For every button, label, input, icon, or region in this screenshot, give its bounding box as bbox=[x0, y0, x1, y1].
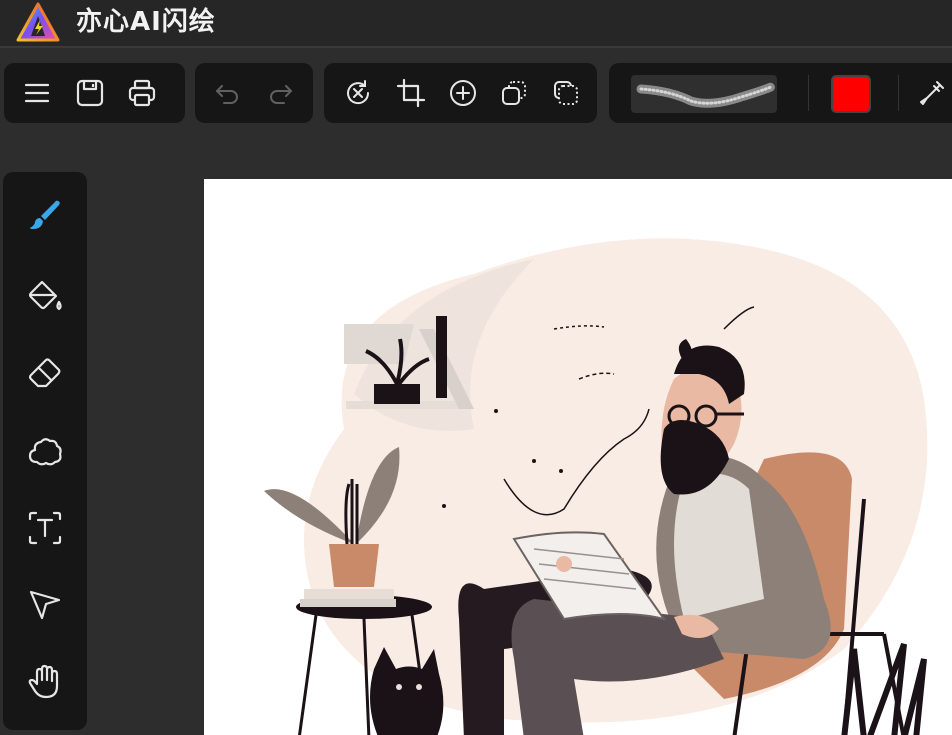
undo-button[interactable] bbox=[211, 77, 243, 109]
brush-icon bbox=[30, 200, 60, 229]
redo-button[interactable] bbox=[265, 77, 297, 109]
crop-button[interactable] bbox=[395, 77, 427, 109]
title-divider bbox=[0, 46, 952, 48]
hand-icon bbox=[28, 664, 59, 699]
menu-button[interactable] bbox=[21, 77, 53, 109]
send-back-button[interactable] bbox=[550, 77, 582, 109]
text-tool-button[interactable] bbox=[23, 506, 67, 550]
brush-stroke-preview[interactable] bbox=[631, 75, 777, 113]
redo-icon bbox=[270, 85, 292, 104]
toolbar-divider bbox=[898, 75, 899, 111]
cloud-shape-icon bbox=[28, 438, 62, 466]
brush-toolbar-group bbox=[609, 63, 952, 123]
prism-lightning-logo-icon bbox=[14, 2, 62, 44]
eraser-icon bbox=[28, 358, 61, 388]
pan-tool-button[interactable] bbox=[23, 660, 67, 704]
side-toolbar bbox=[3, 172, 87, 730]
brush-color-swatch[interactable] bbox=[831, 75, 871, 113]
print-button[interactable] bbox=[126, 77, 158, 109]
clear-button[interactable] bbox=[342, 77, 374, 109]
plus-circle-icon bbox=[450, 80, 476, 106]
brush-tool-button[interactable] bbox=[23, 194, 67, 238]
add-button[interactable] bbox=[447, 77, 479, 109]
save-button[interactable] bbox=[74, 77, 106, 109]
layer-front-icon bbox=[502, 81, 526, 105]
drawing-canvas[interactable] bbox=[204, 179, 952, 735]
paint-bucket-icon bbox=[28, 280, 62, 311]
crop-icon bbox=[396, 78, 426, 108]
fill-tool-button[interactable] bbox=[23, 274, 67, 318]
title-bar: 亦心AI闪绘 bbox=[0, 0, 952, 46]
menu-icon bbox=[24, 83, 50, 103]
edit-toolbar-group bbox=[324, 63, 597, 123]
select-tool-button[interactable] bbox=[23, 582, 67, 626]
undo-icon bbox=[216, 85, 238, 104]
file-toolbar-group bbox=[4, 63, 185, 123]
shape-tool-button[interactable] bbox=[23, 430, 67, 474]
printer-icon bbox=[128, 79, 156, 107]
canvas-illustration bbox=[264, 238, 928, 735]
pointer-arrow-icon bbox=[29, 590, 61, 620]
eyedropper-button[interactable] bbox=[916, 77, 948, 109]
save-icon bbox=[76, 79, 104, 107]
text-tool-icon bbox=[28, 511, 62, 545]
brush-stroke-icon bbox=[636, 82, 776, 108]
bring-front-button[interactable] bbox=[498, 77, 530, 109]
reset-clear-icon bbox=[347, 80, 370, 105]
layer-back-icon bbox=[554, 81, 578, 105]
toolbar-divider bbox=[808, 75, 809, 111]
eraser-tool-button[interactable] bbox=[23, 352, 67, 396]
history-toolbar-group bbox=[195, 63, 313, 123]
eyedropper-icon bbox=[920, 81, 944, 105]
app-title: 亦心AI闪绘 bbox=[76, 7, 216, 37]
